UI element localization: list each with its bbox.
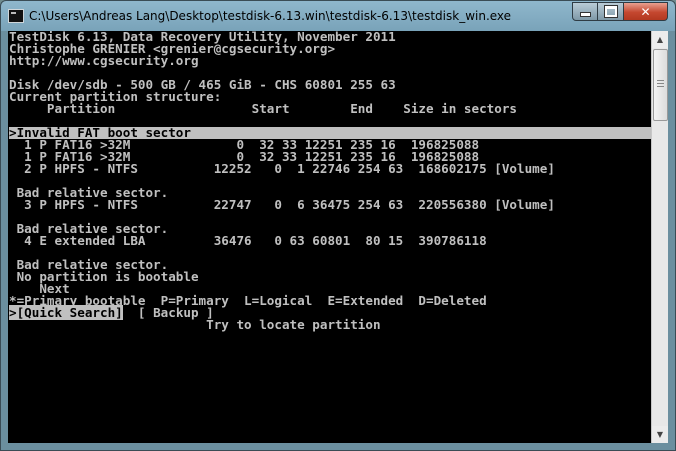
minimize-icon [579, 12, 591, 17]
scroll-down-arrow-icon[interactable]: ▼ [652, 426, 668, 443]
minimize-button[interactable] [572, 2, 598, 21]
vertical-scrollbar[interactable]: ▲ ▼ [651, 31, 668, 443]
title-bar[interactable]: C:\Users\Andreas Lang\Desktop\testdisk-6… [1, 1, 675, 31]
maximize-button[interactable] [598, 2, 624, 21]
console-window: C:\Users\Andreas Lang\Desktop\testdisk-6… [0, 0, 676, 451]
console-output[interactable]: TestDisk 6.13, Data Recovery Utility, No… [8, 31, 651, 443]
scroll-thumb[interactable] [653, 49, 668, 121]
window-title: C:\Users\Andreas Lang\Desktop\testdisk-6… [29, 9, 512, 23]
column-headers: Partition Start End Size in sectors [9, 101, 517, 116]
scroll-up-arrow-icon[interactable]: ▲ [652, 31, 668, 48]
partition-row[interactable]: 3 P HPFS - NTFS 22747 0 6 36475 254 63 2… [9, 198, 651, 211]
not-bootable-message: No partition is bootable [9, 269, 199, 284]
partition-row[interactable]: 2 P HPFS - NTFS 12252 0 1 22746 254 63 1… [9, 162, 651, 175]
console-app-icon[interactable] [8, 9, 24, 23]
close-button[interactable]: ✕ [624, 2, 668, 21]
caption-buttons: ✕ [572, 2, 668, 21]
maximize-icon [604, 6, 617, 17]
header-line-3: http://www.cgsecurity.org [9, 53, 199, 68]
action-hint: Try to locate partition [206, 317, 381, 332]
close-icon: ✕ [640, 4, 651, 19]
partition-row[interactable]: 4 E extended LBA 36476 0 63 60801 80 15 … [9, 234, 651, 247]
